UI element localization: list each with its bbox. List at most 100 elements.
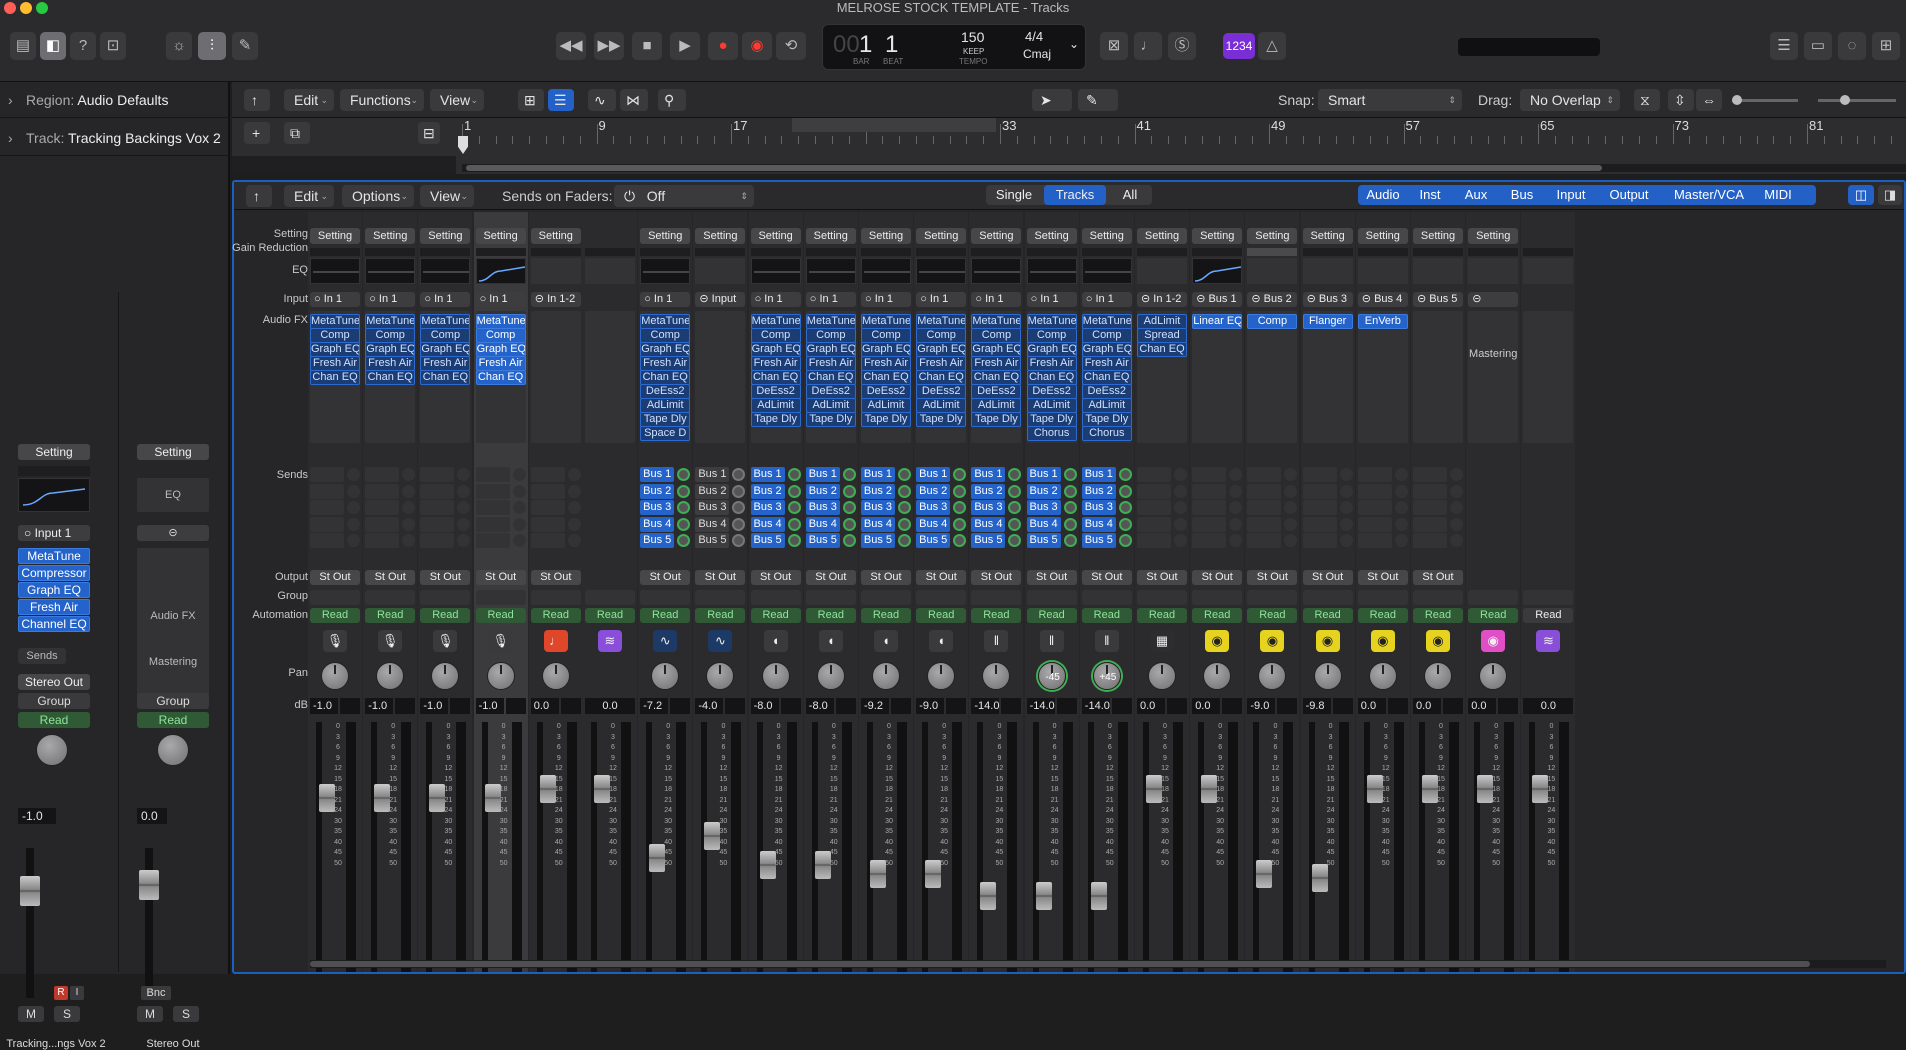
send-slot[interactable]: Bus 5 [916,533,951,549]
send-level-knob[interactable] [1118,468,1132,481]
send-slot-empty[interactable] [420,483,455,499]
db-readout[interactable]: -14.0 [971,698,999,714]
send-slot[interactable]: Bus 2 [971,483,1006,499]
db-readout[interactable]: 0.0 [1468,698,1497,714]
send-slot[interactable]: Bus 1 [1081,467,1116,482]
synth-icon[interactable]: ≋ [1536,630,1561,652]
automation-mode[interactable]: Read [585,608,635,623]
send-slot[interactable]: Bus 3 [916,500,951,516]
send-slot-empty[interactable] [530,483,565,499]
send-slot[interactable]: Bus 3 [971,500,1006,516]
input-slot[interactable]: ○ In 1 [861,292,911,307]
mixer-scroller-track[interactable] [310,960,1886,968]
pan-knob[interactable] [761,662,790,690]
audio-fx-area[interactable] [1247,311,1298,443]
pan-knob[interactable] [321,662,349,690]
setting-button[interactable]: Setting [861,228,911,244]
duplicate-track-icon[interactable]: ⧉ [284,122,310,144]
audio-fx-area[interactable] [1523,311,1574,443]
input-slot[interactable]: ⊝ In 1-2 [1137,292,1187,307]
db-readout[interactable]: -1.0 [365,698,394,714]
input-slot[interactable]: ⊝ [1468,292,1519,307]
solo-button[interactable]: S [54,1006,80,1022]
automation-mode[interactable]: Read [1357,608,1408,623]
snap-dropdown[interactable]: Smart ⇕ [1318,89,1462,111]
mic-pair-icon[interactable]: ‖ [984,630,1009,652]
send-level-knob[interactable] [842,484,856,498]
volume-fader[interactable] [922,722,942,972]
audio-fx-slot[interactable]: MetaTune [861,314,911,329]
mic-icon[interactable]: 🎙 [323,630,347,652]
group-slot[interactable] [1247,590,1298,605]
audio-fx-slot[interactable]: Fresh Air [916,356,967,371]
inspector-group-slot[interactable]: Group [18,693,90,709]
send-level-knob[interactable] [1118,534,1132,548]
output-slot[interactable]: St Out [1302,570,1353,585]
catch-icon[interactable]: ⚲ [658,89,686,111]
audio-fx-slot[interactable]: AdLimit [1026,398,1077,413]
db-readout[interactable]: 0.0 [1413,698,1441,714]
send-slot[interactable]: Bus 1 [971,467,1006,482]
aux-icon[interactable]: ◉ [1205,630,1230,652]
mic-pair-icon[interactable]: ‖ [1039,630,1064,652]
audio-fx-slot[interactable]: AdLimit [750,398,801,413]
audio-fx-slot[interactable]: Graph EQ [420,342,471,357]
send-slot[interactable]: Bus 1 [861,467,895,482]
drag-dropdown[interactable]: No Overlap ⇕ [1520,89,1620,111]
master-mute-button[interactable]: M [137,1006,163,1022]
send-slot[interactable]: Bus 5 [1081,533,1116,549]
audio-fx-slot[interactable]: Chorus [1026,426,1077,441]
capture-record-icon[interactable]: ◉ [742,32,772,60]
input-slot[interactable]: ○ In 1 [805,292,856,307]
inspector-master-pan-knob[interactable] [157,734,189,766]
send-slot-empty[interactable] [1357,483,1392,499]
pencil-tool-icon[interactable]: ✎ [1078,89,1118,111]
audio-fx-slot[interactable]: Fresh Air [420,356,471,371]
pan-knob[interactable] [431,662,460,690]
group-slot[interactable] [585,590,635,605]
metronome-icon[interactable]: ♩ [543,630,568,652]
send-level-knob[interactable] [787,501,801,515]
group-slot[interactable] [861,590,911,605]
audio-fx-slot[interactable]: Tape Dly [916,412,967,427]
audio-fx-slot[interactable]: AdLimit [1081,398,1132,413]
eq-thumbnail[interactable] [310,258,360,284]
group-slot[interactable] [1523,590,1574,605]
send-level-knob[interactable] [1063,517,1077,531]
audio-fx-area[interactable] [695,311,746,443]
send-level-knob[interactable] [1063,501,1077,515]
eq-thumbnail[interactable] [475,258,526,284]
send-slot[interactable]: Bus 3 [695,500,730,516]
send-slot[interactable]: Bus 4 [971,516,1006,532]
group-slot[interactable] [695,590,746,605]
audio-fx-slot[interactable]: MetaTune [420,314,471,329]
audio-fx-slot[interactable]: MetaTune [310,314,360,329]
editors-icon[interactable]: ✎ [232,32,258,60]
pan-knob[interactable] [706,662,735,690]
waveform-icon[interactable]: ∿ [653,630,678,652]
audio-fx-slot[interactable]: MetaTune [1026,314,1077,329]
automation-mode[interactable]: Read [365,608,416,623]
audio-fx-slot[interactable]: Tape Dly [1081,412,1132,427]
bounce-button[interactable]: Bnc [141,986,171,1000]
send-slot-empty[interactable] [1302,483,1337,499]
volume-fader[interactable] [316,722,335,972]
eq-thumbnail[interactable] [530,258,581,284]
input-slot[interactable]: ⊝ In 1-2 [530,292,581,307]
automation-mode[interactable]: Read [310,608,360,623]
input-slot[interactable]: ⊝ Bus 3 [1302,292,1353,307]
quick-help-icon[interactable]: ? [70,32,96,60]
send-slot[interactable]: Bus 3 [805,500,840,516]
automation-mode[interactable]: Read [695,608,746,623]
audio-fx-slot[interactable]: MetaTune [640,314,691,329]
record-enable-button[interactable]: R [54,986,68,1000]
send-slot-empty[interactable] [1357,500,1392,516]
send-level-knob[interactable] [1118,501,1132,515]
audio-fx-slot[interactable]: Chan EQ [750,370,801,385]
inspector-master-eq[interactable]: EQ [137,478,209,512]
db-readout[interactable]: -1.0 [420,698,449,714]
inspector-master-fader-cap[interactable] [139,870,159,900]
send-slot[interactable]: Bus 3 [750,500,785,516]
send-slot[interactable]: Bus 5 [805,533,840,549]
send-level-knob[interactable] [787,534,801,548]
